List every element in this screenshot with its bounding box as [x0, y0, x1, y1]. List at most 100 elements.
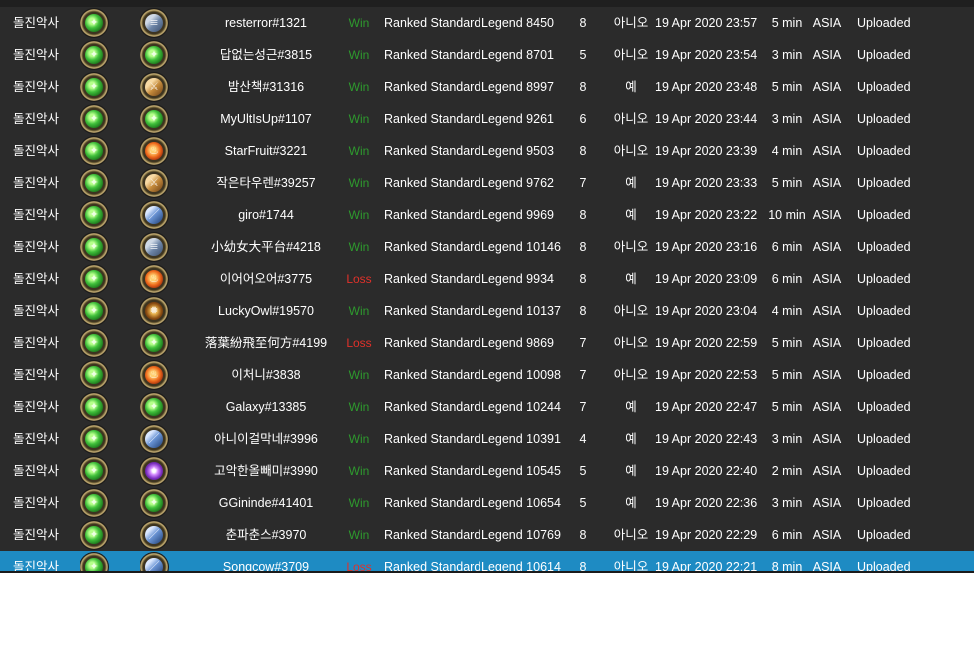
- table-row[interactable]: 돌진악사 ✦ ✦ Galaxy#13385 Win Ranked Standard Lege…: [0, 391, 974, 423]
- hero-name-cell: 돌진악사: [12, 240, 59, 254]
- rank-cell: Legend 8997: [481, 80, 554, 94]
- hero-class-cell: ✦: [80, 199, 112, 231]
- hero-name-cell: 돌진악사: [12, 176, 59, 190]
- turns-cell: 7: [579, 368, 587, 382]
- opponent-player-cell: 답없는성근#3815: [219, 48, 313, 62]
- blade-icon: ／: [140, 425, 168, 453]
- result-cell: Win: [348, 528, 370, 542]
- coin-cell: 아니오: [613, 304, 649, 318]
- region-cell: ASIA: [812, 272, 842, 286]
- rank-cell: Legend 9261: [481, 112, 554, 126]
- coin-cell: 아니오: [613, 112, 649, 126]
- coin-cell: 아니오: [613, 16, 649, 30]
- green-orb-icon: ✦: [80, 9, 108, 37]
- opponent-player-cell: 아니이걸막네#3996: [214, 432, 318, 446]
- duration-cell: 5 min: [771, 80, 803, 94]
- turns-cell: 6: [579, 112, 587, 126]
- duration-cell: 5 min: [771, 400, 803, 414]
- upload-status-cell: Uploaded: [857, 496, 911, 510]
- green-orb-icon: ✦: [80, 489, 108, 517]
- table-row[interactable]: 돌진악사 ✦ ≡ resterror#1321 Win Ranked Standard Le…: [0, 7, 974, 39]
- hero-class-cell: ✦: [80, 487, 112, 519]
- game-mode-cell: Ranked Standard: [384, 208, 480, 222]
- game-mode-cell: Ranked Standard: [384, 304, 480, 318]
- table-row[interactable]: 돌진악사 ✦ ≡ 小幼女大平台#4218 Win Ranked Standard Legen…: [0, 231, 974, 263]
- green-orb-icon: ✦: [140, 105, 168, 133]
- hero-class-cell: ✦: [80, 423, 112, 455]
- table-row[interactable]: 돌진악사 ✦ ♨ StarFruit#3221 Win Ranked Standard Le…: [0, 135, 974, 167]
- green-orb-icon: ✦: [80, 329, 108, 357]
- duration-cell: 10 min: [768, 208, 806, 222]
- rank-cell: Legend 10769: [481, 528, 561, 542]
- hero-class-cell: ✦: [80, 39, 112, 71]
- table-row[interactable]: 돌진악사 ✦ ✦ 落葉紛飛至何方#4199 Loss Ranked Standard Leg…: [0, 327, 974, 359]
- turns-cell: 8: [579, 560, 587, 573]
- table-row[interactable]: 돌진악사 ✦ ✹ LuckyOwl#19570 Win Ranked Standard Le…: [0, 295, 974, 327]
- sword-icon: ⚔: [140, 169, 168, 197]
- sword-icon: ⚔: [140, 73, 168, 101]
- hero-name-cell: 돌진악사: [12, 272, 59, 286]
- result-cell: Win: [348, 176, 370, 190]
- result-cell: Win: [348, 368, 370, 382]
- table-row[interactable]: 돌진악사 ✦ ⚔ 밤산책#31316 Win Ranked Standard Legend …: [0, 71, 974, 103]
- hero-class-cell: ✦: [80, 391, 112, 423]
- turns-cell: 8: [579, 240, 587, 254]
- opponent-class-cell: ⚔: [140, 71, 172, 103]
- upload-status-cell: Uploaded: [857, 304, 911, 318]
- turns-cell: 5: [579, 48, 587, 62]
- turns-cell: 8: [579, 144, 587, 158]
- opponent-class-cell: ✧: [140, 455, 172, 487]
- table-row[interactable]: 돌진악사 ✦ ✦ 답없는성근#3815 Win Ranked Standard Legend…: [0, 39, 974, 71]
- duration-cell: 3 min: [771, 48, 803, 62]
- hero-name-cell: 돌진악사: [12, 112, 59, 126]
- green-orb-icon: ✦: [80, 393, 108, 421]
- hero-class-cell: ✦: [80, 135, 112, 167]
- rank-cell: Legend 9762: [481, 176, 554, 190]
- upload-status-cell: Uploaded: [857, 16, 911, 30]
- rank-cell: Legend 10244: [481, 400, 561, 414]
- duration-cell: 4 min: [771, 304, 803, 318]
- table-row[interactable]: 돌진악사 ✦ ⚔ 작은타우렌#39257 Win Ranked Standard Legen…: [0, 167, 974, 199]
- coin-cell: 예: [625, 496, 637, 510]
- opponent-class-cell: ／: [140, 199, 172, 231]
- opponent-player-cell: 落葉紛飛至何方#4199: [204, 336, 328, 350]
- table-row[interactable]: 돌진악사 ✦ ✦ MyUltIsUp#1107 Win Ranked Standard Le…: [0, 103, 974, 135]
- region-cell: ASIA: [812, 336, 842, 350]
- region-cell: ASIA: [812, 48, 842, 62]
- coin-cell: 예: [625, 80, 637, 94]
- table-row[interactable]: 돌진악사 ✦ ✦ GGininde#41401 Win Ranked Standard Le…: [0, 487, 974, 519]
- table-row[interactable]: 돌진악사 ✦ ／ Songcow#3709 Loss Ranked Standard Leg…: [0, 551, 974, 573]
- result-cell: Win: [348, 80, 370, 94]
- region-cell: ASIA: [812, 528, 842, 542]
- table-row[interactable]: 돌진악사 ✦ ／ 아니이걸막네#3996 Win Ranked Standard Legen…: [0, 423, 974, 455]
- upload-status-cell: Uploaded: [857, 432, 911, 446]
- rank-cell: Legend 9934: [481, 272, 554, 286]
- opponent-player-cell: Songcow#3709: [222, 560, 310, 573]
- hero-class-cell: ✦: [80, 551, 112, 573]
- table-row[interactable]: 돌진악사 ✦ ♨ 이어어오어#3775 Loss Ranked Standard Legen…: [0, 263, 974, 295]
- coin-cell: 예: [625, 400, 637, 414]
- upload-status-cell: Uploaded: [857, 176, 911, 190]
- turns-cell: 8: [579, 304, 587, 318]
- rank-cell: Legend 8450: [481, 16, 554, 30]
- table-row[interactable]: 돌진악사 ✦ ／ 춘파춘스#3970 Win Ranked Standard Legend …: [0, 519, 974, 551]
- game-mode-cell: Ranked Standard: [384, 176, 480, 190]
- turns-cell: 5: [579, 496, 587, 510]
- upload-status-cell: Uploaded: [857, 368, 911, 382]
- rank-cell: Legend 10146: [481, 240, 561, 254]
- coin-cell: 아니오: [613, 560, 649, 573]
- opponent-player-cell: 고악한올빼미#3990: [214, 464, 318, 478]
- region-cell: ASIA: [812, 240, 842, 254]
- table-row[interactable]: 돌진악사 ✦ ♨ 이처니#3838 Win Ranked Standard Legend 1…: [0, 359, 974, 391]
- region-cell: ASIA: [812, 112, 842, 126]
- table-row[interactable]: 돌진악사 ✦ ✧ 고악한올빼미#3990 Win Ranked Standard Legen…: [0, 455, 974, 487]
- blade-icon: ／: [140, 201, 168, 229]
- game-mode-cell: Ranked Standard: [384, 560, 480, 573]
- hero-class-cell: ✦: [80, 519, 112, 551]
- table-row[interactable]: 돌진악사 ✦ ／ giro#1744 Win Ranked Standard Legend …: [0, 199, 974, 231]
- hero-name-cell: 돌진악사: [12, 48, 59, 62]
- upload-status-cell: Uploaded: [857, 464, 911, 478]
- rank-cell: Legend 9869: [481, 336, 554, 350]
- green-orb-icon: ✦: [140, 393, 168, 421]
- turns-cell: 8: [579, 272, 587, 286]
